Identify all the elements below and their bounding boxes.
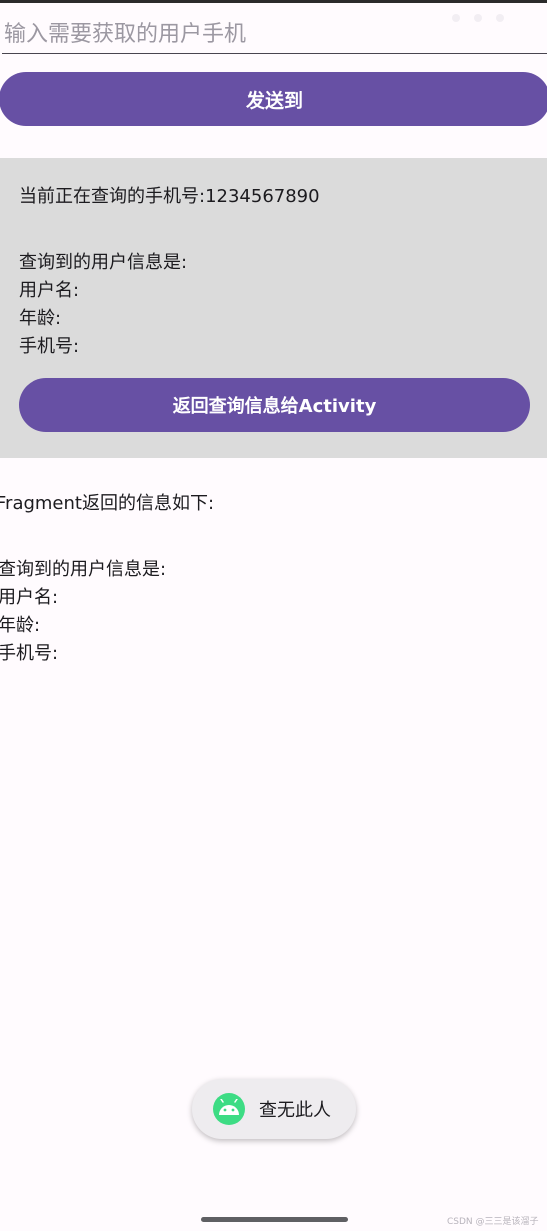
phone-label: 手机号:	[0, 643, 59, 664]
fragment-result-heading: Fragment返回的信息如下:	[0, 493, 215, 514]
watermark: CSDN @三三是该溜子	[447, 1217, 539, 1227]
android-icon	[213, 1093, 245, 1125]
username-label: 用户名:	[19, 280, 80, 301]
info-heading: 查询到的用户信息是:	[0, 559, 167, 580]
age-label: 年龄:	[0, 615, 41, 636]
send-button[interactable]: 发送到	[0, 72, 547, 126]
status-bar-edge	[0, 0, 547, 3]
phone-number-input[interactable]	[2, 18, 547, 54]
fragment-panel: 当前正在查询的手机号:1234567890 查询到的用户信息是: 用户名: 年龄…	[0, 158, 547, 458]
activity-user-info: 查询到的用户信息是: 用户名: 年龄: 手机号:	[0, 556, 166, 668]
info-heading: 查询到的用户信息是:	[19, 252, 188, 273]
toast: 查无此人	[192, 1079, 356, 1139]
current-query-phone: 当前正在查询的手机号:1234567890	[19, 186, 320, 207]
toast-message: 查无此人	[259, 1100, 331, 1121]
fragment-user-info: 查询到的用户信息是: 用户名: 年龄: 手机号:	[19, 249, 187, 361]
age-label: 年龄:	[19, 308, 62, 329]
phone-label: 手机号:	[19, 336, 80, 357]
username-label: 用户名:	[0, 587, 59, 608]
navigation-handle[interactable]	[201, 1217, 348, 1222]
return-to-activity-button[interactable]: 返回查询信息给Activity	[19, 378, 530, 432]
